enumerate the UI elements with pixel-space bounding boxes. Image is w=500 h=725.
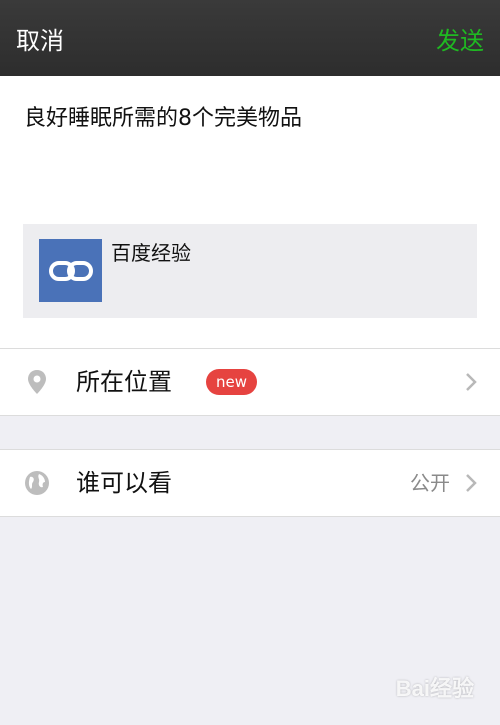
- visibility-label: 谁可以看: [76, 469, 172, 497]
- compose-area[interactable]: 良好睡眠所需的8个完美物品 百度经验: [0, 76, 500, 348]
- globe-icon: [25, 471, 49, 495]
- chevron-right-icon: [466, 474, 477, 492]
- send-button[interactable]: 发送: [436, 26, 484, 56]
- divider: [0, 516, 500, 517]
- location-row[interactable]: 所在位置 new: [0, 349, 500, 415]
- visibility-value: 公开: [410, 471, 450, 495]
- link-card-title: 百度经验: [111, 241, 191, 265]
- visibility-row[interactable]: 谁可以看 公开: [0, 450, 500, 516]
- link-thumbnail: [39, 239, 102, 302]
- post-text[interactable]: 良好睡眠所需的8个完美物品: [24, 104, 302, 134]
- location-label: 所在位置: [76, 368, 172, 396]
- watermark: Bai经验: [395, 676, 474, 701]
- cancel-button[interactable]: 取消: [16, 26, 64, 56]
- top-navigation-bar: 取消 发送: [0, 0, 500, 76]
- location-pin-icon: [28, 370, 46, 394]
- divider: [0, 415, 500, 416]
- link-icon: [48, 260, 93, 281]
- chevron-right-icon: [466, 373, 477, 391]
- new-badge: new: [206, 369, 258, 395]
- shared-link-card[interactable]: 百度经验: [23, 224, 477, 318]
